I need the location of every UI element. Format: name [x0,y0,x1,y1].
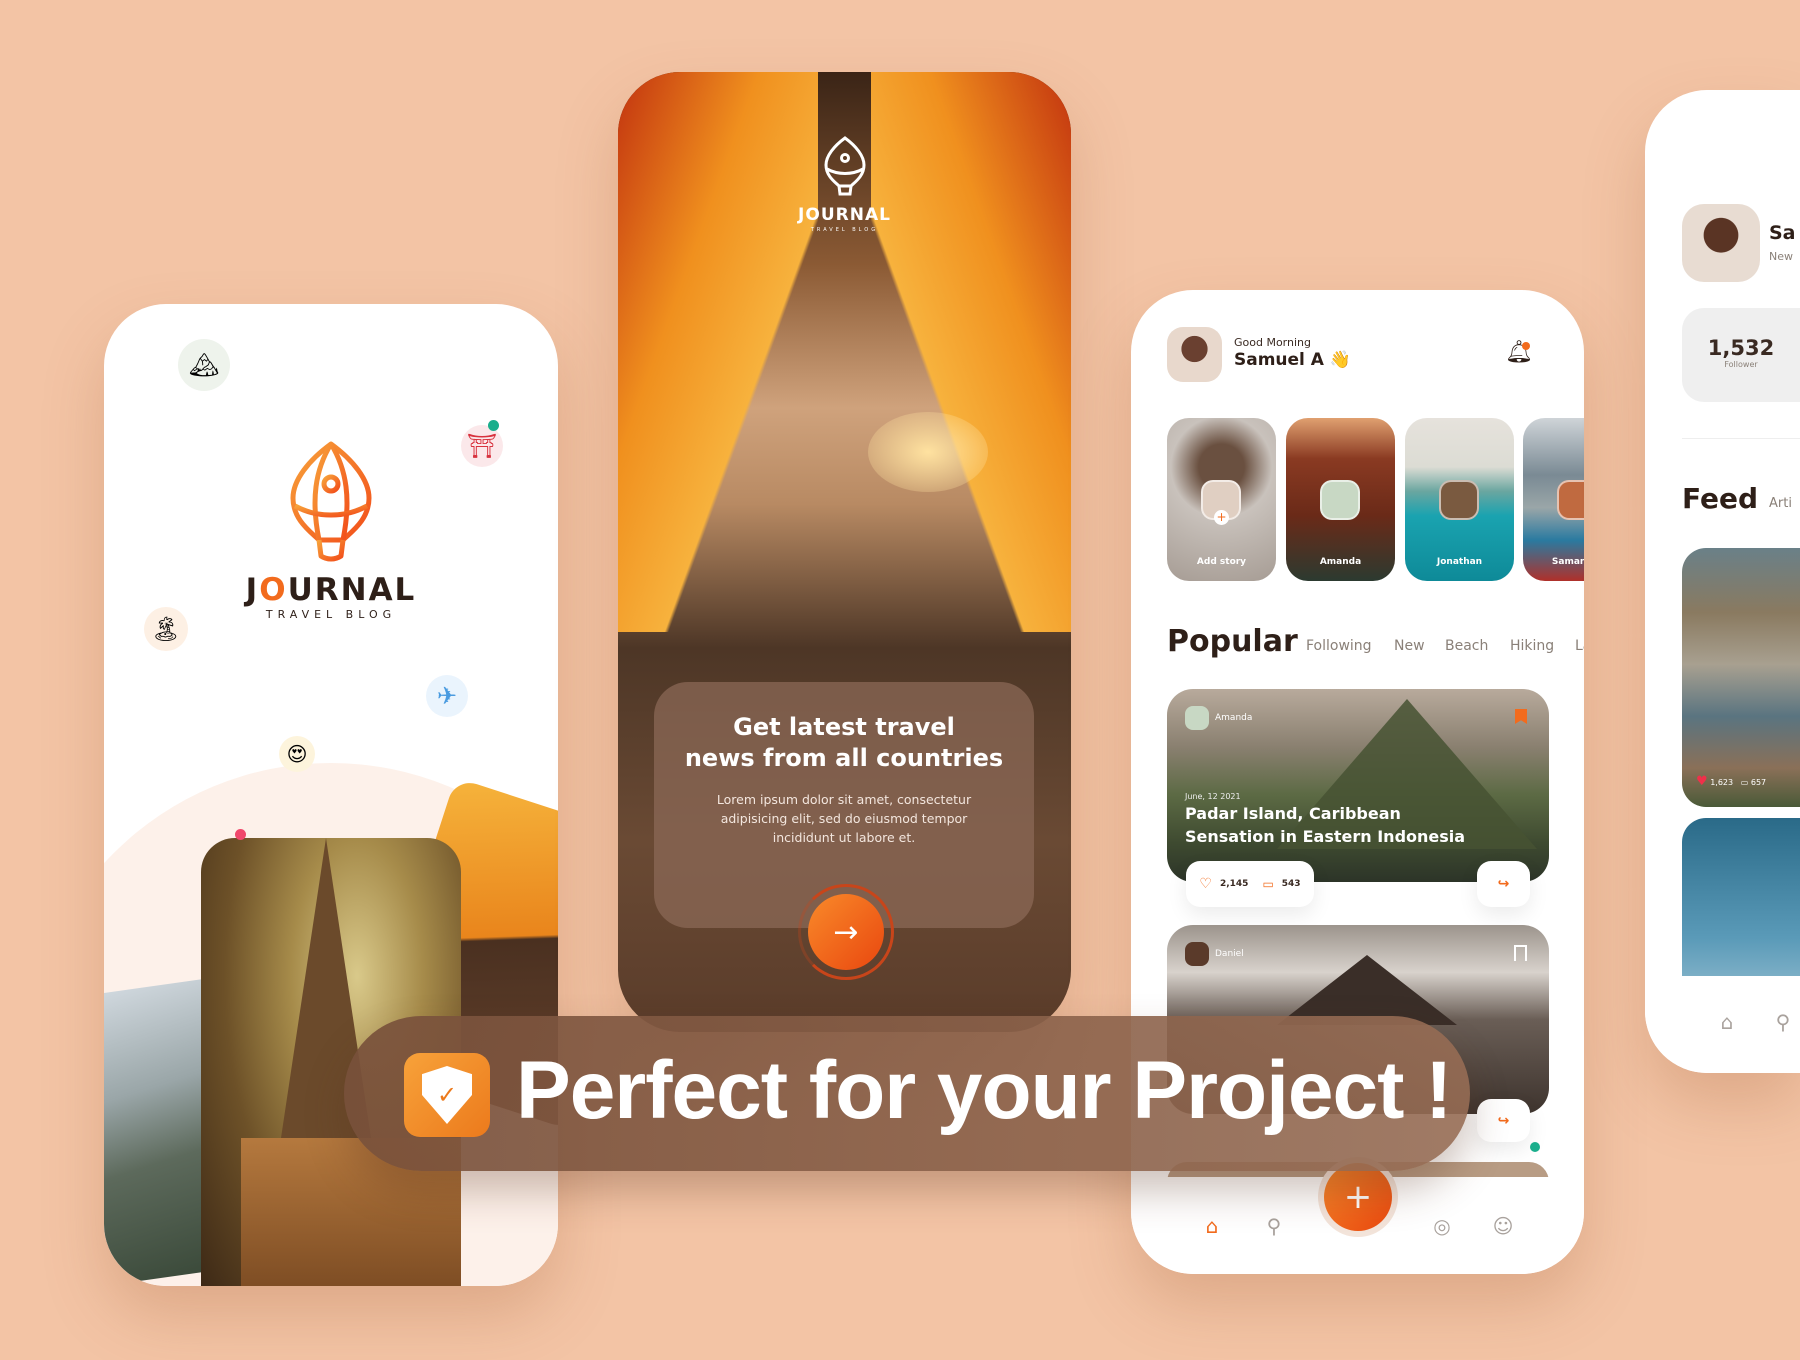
followers-label: Follower [1724,360,1758,369]
mountain-emoji-icon: 🏔 [178,339,230,391]
comment-icon[interactable]: ▭ [1262,877,1273,891]
feed-tab[interactable]: Arti [1769,496,1792,511]
onboarding-screen: JOURNAL TRAVEL BLOG Get latest travel new… [618,72,1071,1032]
brand-tagline: TRAVEL BLOG [265,608,397,621]
online-dot [488,420,499,431]
add-story-plus-icon[interactable]: + [1214,510,1229,525]
tab-beach[interactable]: Beach [1445,638,1488,654]
story-name: Jonathan [1436,557,1483,567]
share-button[interactable]: ↪ [1477,861,1530,907]
story-name: Samantha [1551,557,1604,567]
journal-logo-icon [290,441,372,562]
brand-highlight-letter: O [259,572,288,608]
post-author: Amanda [1215,713,1253,723]
brand-name: JOURNAL [798,205,891,225]
tab-more[interactable]: La [1575,638,1584,654]
sun-glow [868,412,988,492]
status-dot [1530,1142,1540,1152]
feed-stats: ♥ 1,623 ▭ 657 [1696,774,1767,789]
volcano-shape [1277,955,1457,1025]
story-avatar [1557,480,1584,520]
story-add[interactable]: + Add story [1167,418,1276,581]
tab-following[interactable]: Following [1306,638,1372,654]
pink-dot [235,829,246,840]
add-icon: + [1343,1177,1373,1217]
onboarding-title: Get latest travel news from all countries [684,713,1004,772]
tent-right-flap [871,72,1071,632]
post-author-avatar [1185,706,1209,730]
feed-title: Feed [1682,482,1759,515]
landscape-photo [104,977,214,1286]
shield-check-icon: ✓ [404,1053,490,1137]
profile-screen: Sa New 1,532 Follower Feed Arti ♥ 1,623 … [1645,90,1800,1073]
followers-count: 1,532 [1707,336,1775,360]
tab-hiking[interactable]: Hiking [1510,638,1554,654]
share-icon: ↪ [1497,876,1510,892]
profile-icon[interactable]: ☺ [1491,1214,1515,1238]
arrow-right-icon: → [833,914,859,950]
next-button[interactable]: → [808,894,884,970]
bookmark-icon[interactable] [1514,945,1527,961]
story-name: Amanda [1319,557,1362,567]
search-icon[interactable]: ⚲ [1771,1010,1795,1034]
story-avatar [1320,480,1360,520]
brand-tagline: TRAVEL BLOG [810,227,879,233]
onboarding-body: Lorem ipsum dolor sit amet, consectetur … [716,792,972,845]
post-card[interactable]: Amanda June, 12 2021 Padar Island, Carib… [1167,689,1549,882]
banner-text: Perfect for your Project ! [516,1045,1452,1136]
story-item[interactable]: Amanda [1286,418,1395,581]
notification-dot [1522,342,1530,350]
profile-subtitle: New [1769,250,1793,263]
heart-icon[interactable]: ♡ [1199,876,1212,892]
journal-logo-icon [824,136,866,196]
story-name: Add story [1196,557,1247,567]
brand-name: JOURNAL [245,572,417,608]
heart-eyes-emoji-icon: 😍 [279,736,315,772]
tent-left-flap [618,72,818,632]
compass-icon[interactable]: ◎ [1430,1214,1454,1238]
share-icon: ↪ [1497,1112,1510,1129]
plane-emoji-icon: ✈ [426,675,468,717]
story-item[interactable]: Jonathan [1405,418,1514,581]
profile-name: Sa [1769,222,1796,244]
search-icon[interactable]: ⚲ [1262,1214,1286,1238]
post-date: June, 12 2021 [1185,792,1241,801]
home-icon[interactable]: ⌂ [1200,1214,1224,1238]
user-avatar[interactable] [1167,327,1222,382]
tab-new[interactable]: New [1394,638,1425,654]
comments-count: 543 [1281,879,1301,889]
likes-count: 2,145 [1219,879,1249,889]
profile-avatar [1682,204,1760,282]
story-item[interactable]: Samantha [1523,418,1604,581]
share-button[interactable]: ↪ [1477,1099,1530,1142]
post-author-avatar [1185,942,1209,966]
section-title: Popular [1167,624,1298,659]
greeting: Good Morning [1234,336,1311,349]
add-post-button[interactable]: + [1324,1163,1392,1231]
home-icon[interactable]: ⌂ [1715,1010,1739,1034]
heart-filled-icon[interactable]: ♥ [1696,774,1708,789]
followers-card: 1,532 Follower [1682,308,1800,402]
torii-emoji-icon: ⛩ [461,425,503,467]
user-name: Samuel A 👋 [1234,350,1352,370]
feed-photo[interactable]: ♥ 1,623 ▭ 657 [1682,548,1800,807]
divider [1682,438,1800,439]
post-title: Padar Island, Caribbean Sensation in East… [1185,804,1466,846]
post-author: Daniel [1215,949,1244,959]
post-stats: ♡ 2,145 ▭ 543 [1186,861,1314,907]
comment-icon[interactable]: ▭ [1741,778,1749,787]
promo-banner: ✓ Perfect for your Project ! [344,1016,1470,1171]
story-avatar [1439,480,1479,520]
